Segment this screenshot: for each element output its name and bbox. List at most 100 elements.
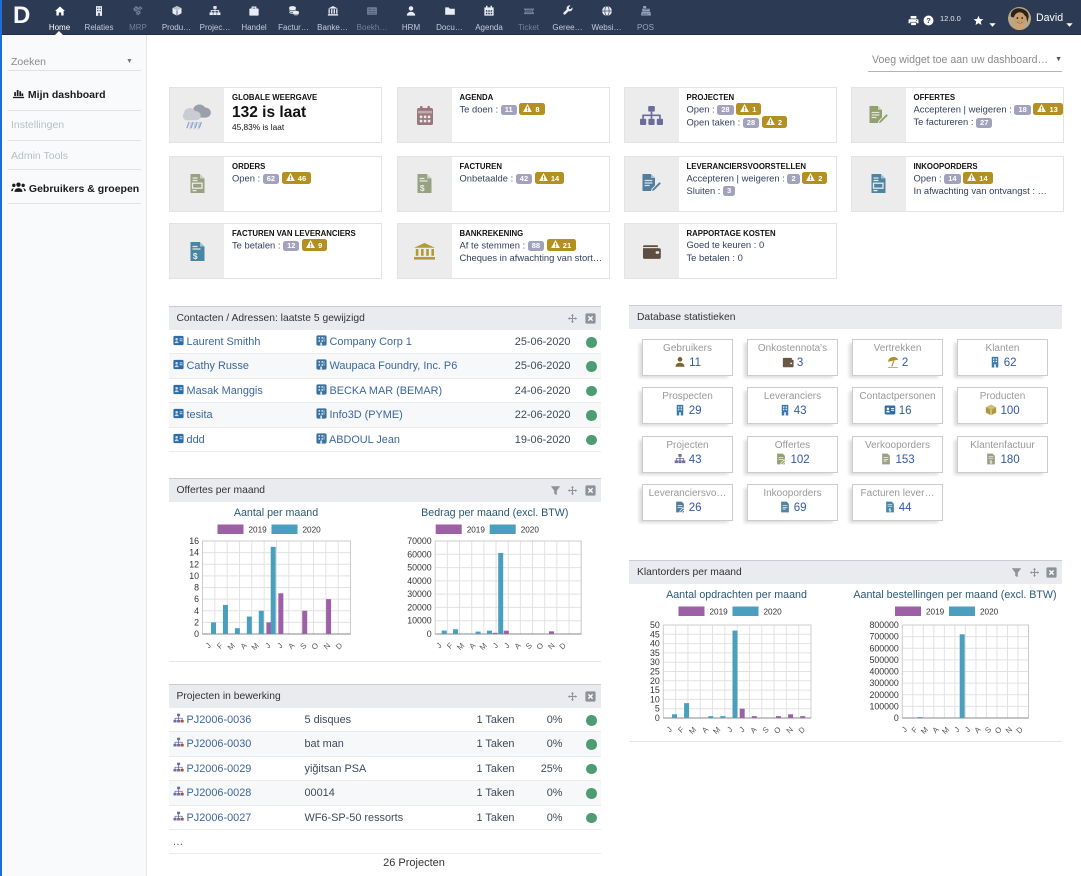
svg-text:J: J bbox=[725, 725, 734, 734]
svg-text:45: 45 bbox=[650, 629, 660, 639]
svg-text:40000: 40000 bbox=[407, 576, 432, 586]
svg-text:J: J bbox=[952, 725, 961, 734]
svg-text:700000: 700000 bbox=[869, 632, 898, 642]
svg-text:A: A bbox=[973, 724, 984, 735]
svg-text:S: S bbox=[761, 725, 771, 735]
svg-text:J: J bbox=[963, 725, 972, 734]
svg-text:D: D bbox=[797, 725, 808, 736]
svg-text:J: J bbox=[434, 641, 443, 650]
svg-text:J: J bbox=[275, 641, 284, 650]
svg-text:Aantal opdrachten per maand: Aantal opdrachten per maand bbox=[666, 589, 807, 601]
svg-text:6: 6 bbox=[194, 594, 199, 604]
svg-text:2019: 2019 bbox=[926, 608, 945, 617]
svg-text:10: 10 bbox=[650, 694, 660, 704]
svg-text:0: 0 bbox=[894, 713, 899, 723]
svg-text:D: D bbox=[557, 641, 568, 652]
svg-text:M: M bbox=[455, 641, 466, 652]
svg-text:A: A bbox=[749, 724, 760, 735]
svg-text:M: M bbox=[225, 641, 236, 652]
svg-text:15: 15 bbox=[650, 685, 660, 695]
svg-text:0: 0 bbox=[426, 629, 431, 639]
svg-text:D: D bbox=[333, 641, 344, 652]
svg-text:2020: 2020 bbox=[764, 608, 783, 617]
svg-text:J: J bbox=[203, 641, 212, 650]
svg-text:A: A bbox=[467, 640, 478, 651]
svg-text:70000: 70000 bbox=[407, 536, 432, 546]
svg-text:500000: 500000 bbox=[869, 655, 898, 665]
svg-text:50000: 50000 bbox=[407, 563, 432, 573]
svg-text:M: M bbox=[940, 725, 951, 736]
svg-text:?: ? bbox=[926, 16, 931, 25]
svg-text:M: M bbox=[711, 725, 722, 736]
svg-text:A: A bbox=[512, 640, 523, 651]
svg-text:30000: 30000 bbox=[407, 589, 432, 599]
svg-text:50: 50 bbox=[650, 620, 660, 630]
svg-text:60000: 60000 bbox=[407, 549, 432, 559]
svg-text:J: J bbox=[737, 725, 746, 734]
svg-text:N: N bbox=[321, 641, 331, 651]
svg-text:N: N bbox=[1004, 725, 1014, 735]
svg-text:2019: 2019 bbox=[466, 526, 485, 535]
svg-text:Aantal bestellingen per maand: Aantal bestellingen per maand (excl. BTW… bbox=[853, 589, 1056, 601]
svg-text:A: A bbox=[286, 640, 297, 651]
svg-text:S: S bbox=[523, 641, 533, 651]
svg-text:A: A bbox=[238, 640, 249, 651]
svg-text:J: J bbox=[900, 725, 909, 734]
svg-text:M: M bbox=[249, 641, 260, 652]
svg-text:$: $ bbox=[990, 459, 993, 465]
svg-text:$: $ bbox=[420, 183, 425, 193]
svg-text:$: $ bbox=[192, 250, 197, 260]
svg-text:35: 35 bbox=[650, 648, 660, 658]
svg-text:8: 8 bbox=[194, 583, 199, 593]
svg-text:14: 14 bbox=[189, 548, 199, 558]
svg-text:O: O bbox=[534, 641, 545, 652]
svg-text:16: 16 bbox=[189, 536, 199, 546]
svg-text:40: 40 bbox=[650, 639, 660, 649]
svg-text:S: S bbox=[983, 725, 993, 735]
svg-text:4: 4 bbox=[194, 606, 199, 616]
svg-text:2020: 2020 bbox=[520, 526, 539, 535]
svg-text:$: $ bbox=[888, 507, 891, 513]
svg-text:0: 0 bbox=[194, 629, 199, 639]
svg-text:2020: 2020 bbox=[302, 526, 321, 535]
svg-text:Bedrag per maand (excl. BTW): Bedrag per maand (excl. BTW) bbox=[421, 507, 568, 519]
svg-text:J: J bbox=[490, 641, 499, 650]
svg-text:100000: 100000 bbox=[869, 701, 898, 711]
svg-text:N: N bbox=[546, 641, 556, 651]
svg-text:M: M bbox=[477, 641, 488, 652]
svg-text:O: O bbox=[309, 641, 320, 652]
svg-text:N: N bbox=[785, 725, 795, 735]
svg-text:300000: 300000 bbox=[869, 678, 898, 688]
svg-text:F: F bbox=[676, 725, 686, 735]
svg-text:J: J bbox=[502, 641, 511, 650]
svg-text:Aantal per maand: Aantal per maand bbox=[233, 507, 317, 519]
svg-text:30: 30 bbox=[650, 657, 660, 667]
svg-text:O: O bbox=[993, 725, 1004, 736]
svg-text:12: 12 bbox=[189, 559, 199, 569]
svg-text:F: F bbox=[215, 641, 225, 651]
svg-text:F: F bbox=[445, 641, 455, 651]
svg-text:2019: 2019 bbox=[710, 608, 729, 617]
svg-text:5: 5 bbox=[655, 704, 660, 714]
svg-text:200000: 200000 bbox=[869, 690, 898, 700]
svg-text:20: 20 bbox=[650, 676, 660, 686]
svg-text:2: 2 bbox=[194, 617, 199, 627]
svg-text:J: J bbox=[263, 641, 272, 650]
svg-text:600000: 600000 bbox=[869, 643, 898, 653]
svg-text:A: A bbox=[700, 724, 711, 735]
svg-text:J: J bbox=[665, 725, 674, 734]
svg-text:M: M bbox=[687, 725, 698, 736]
svg-text:20000: 20000 bbox=[407, 602, 432, 612]
svg-text:D: D bbox=[1014, 725, 1025, 736]
svg-text:M: M bbox=[919, 725, 930, 736]
svg-text:S: S bbox=[298, 641, 308, 651]
svg-text:400000: 400000 bbox=[869, 667, 898, 677]
svg-text:10000: 10000 bbox=[407, 616, 432, 626]
svg-text:25: 25 bbox=[650, 667, 660, 677]
svg-text:2019: 2019 bbox=[248, 526, 267, 535]
svg-text:800000: 800000 bbox=[869, 620, 898, 630]
svg-text:10: 10 bbox=[189, 571, 199, 581]
svg-text:2020: 2020 bbox=[980, 608, 999, 617]
svg-text:0: 0 bbox=[655, 713, 660, 723]
svg-text:O: O bbox=[772, 725, 783, 736]
